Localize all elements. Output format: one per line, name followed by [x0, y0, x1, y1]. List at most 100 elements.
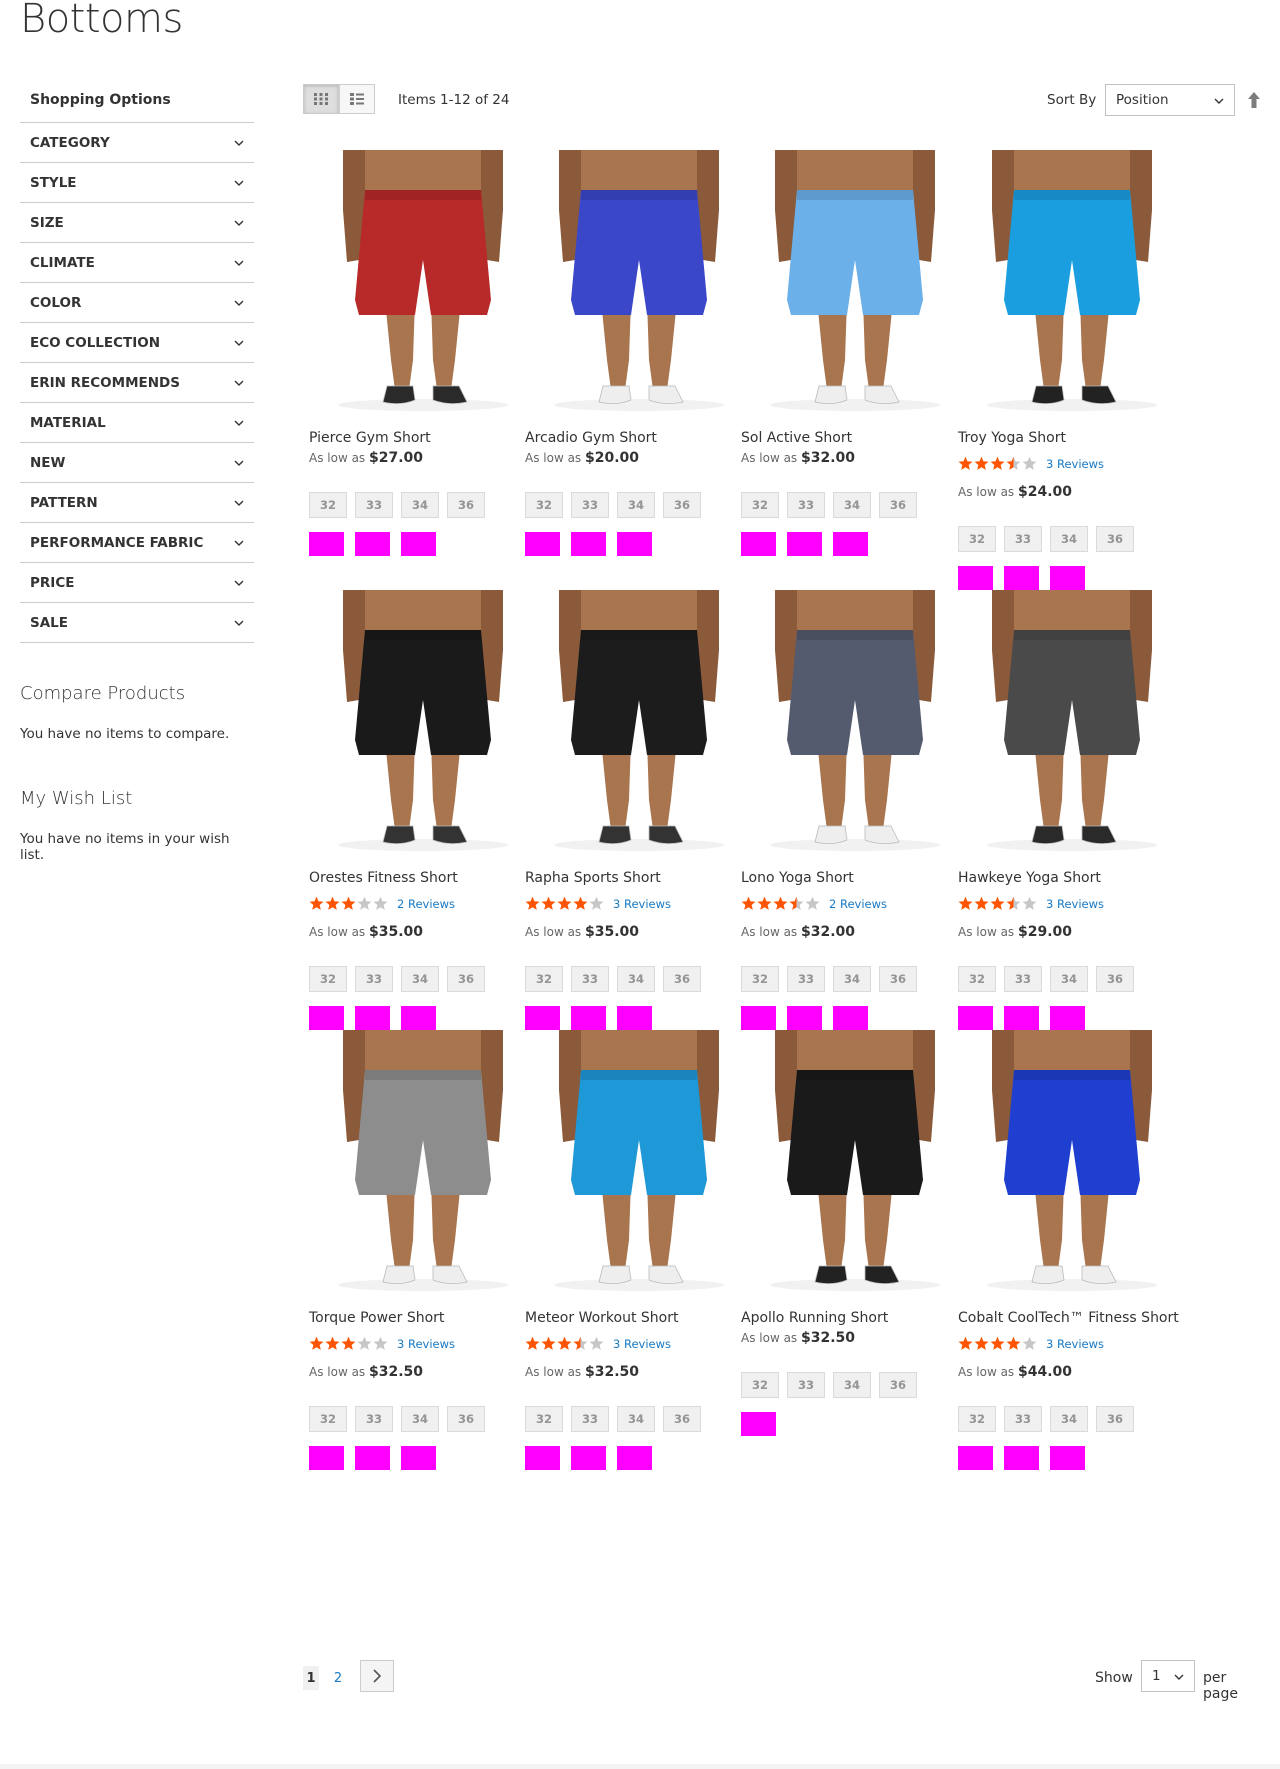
size-option-32[interactable]: 32: [309, 1406, 347, 1432]
product-name-link[interactable]: Apollo Running Short: [741, 1310, 888, 1326]
product-image[interactable]: [303, 590, 543, 855]
size-option-34[interactable]: 34: [401, 1406, 439, 1432]
size-option-34[interactable]: 34: [617, 492, 655, 518]
color-swatch[interactable]: [1050, 1446, 1085, 1470]
size-option-34[interactable]: 34: [1050, 966, 1088, 992]
color-swatch[interactable]: [401, 1006, 436, 1030]
size-option-33[interactable]: 33: [571, 1406, 609, 1432]
filter-eco-collection[interactable]: ECO COLLECTION: [20, 323, 254, 363]
size-option-32[interactable]: 32: [741, 966, 779, 992]
color-swatch[interactable]: [1050, 1006, 1085, 1030]
size-option-32[interactable]: 32: [525, 966, 563, 992]
filter-erin-recommends[interactable]: ERIN RECOMMENDS: [20, 363, 254, 403]
color-swatch[interactable]: [309, 1446, 344, 1470]
size-option-34[interactable]: 34: [617, 1406, 655, 1432]
color-swatch[interactable]: [958, 1006, 993, 1030]
reviews-link[interactable]: 2 Reviews: [829, 897, 887, 911]
product-name-link[interactable]: Pierce Gym Short: [309, 430, 431, 446]
filter-performance-fabric[interactable]: PERFORMANCE FABRIC: [20, 523, 254, 563]
color-swatch[interactable]: [1004, 1446, 1039, 1470]
color-swatch[interactable]: [787, 1006, 822, 1030]
size-option-34[interactable]: 34: [833, 1372, 871, 1398]
size-option-36[interactable]: 36: [663, 492, 701, 518]
color-swatch[interactable]: [787, 532, 822, 556]
product-image[interactable]: [519, 150, 759, 415]
color-swatch[interactable]: [401, 532, 436, 556]
filter-price[interactable]: PRICE: [20, 563, 254, 603]
filter-color[interactable]: COLOR: [20, 283, 254, 323]
limiter-select[interactable]: 1: [1141, 1660, 1195, 1692]
size-option-32[interactable]: 32: [741, 1372, 779, 1398]
size-option-36[interactable]: 36: [879, 966, 917, 992]
size-option-36[interactable]: 36: [1096, 526, 1134, 552]
product-name-link[interactable]: Cobalt CoolTech™ Fitness Short: [958, 1310, 1179, 1326]
size-option-32[interactable]: 32: [525, 492, 563, 518]
filter-size[interactable]: SIZE: [20, 203, 254, 243]
size-option-33[interactable]: 33: [1004, 966, 1042, 992]
size-option-33[interactable]: 33: [571, 966, 609, 992]
size-option-36[interactable]: 36: [447, 966, 485, 992]
product-image[interactable]: [735, 590, 975, 855]
color-swatch[interactable]: [309, 1006, 344, 1030]
size-option-34[interactable]: 34: [1050, 1406, 1088, 1432]
color-swatch[interactable]: [571, 1006, 606, 1030]
product-name-link[interactable]: Torque Power Short: [309, 1310, 444, 1326]
color-swatch[interactable]: [401, 1446, 436, 1470]
product-name-link[interactable]: Troy Yoga Short: [958, 430, 1066, 446]
color-swatch[interactable]: [525, 532, 560, 556]
product-image[interactable]: [519, 1030, 759, 1295]
color-swatch[interactable]: [571, 1446, 606, 1470]
product-name-link[interactable]: Lono Yoga Short: [741, 870, 854, 886]
color-swatch[interactable]: [958, 1446, 993, 1470]
size-option-32[interactable]: 32: [309, 966, 347, 992]
color-swatch[interactable]: [833, 532, 868, 556]
color-swatch[interactable]: [617, 1446, 652, 1470]
size-option-36[interactable]: 36: [1096, 1406, 1134, 1432]
color-swatch[interactable]: [617, 1006, 652, 1030]
product-name-link[interactable]: Orestes Fitness Short: [309, 870, 458, 886]
reviews-link[interactable]: 3 Reviews: [397, 1337, 455, 1351]
size-option-36[interactable]: 36: [879, 1372, 917, 1398]
size-option-36[interactable]: 36: [447, 1406, 485, 1432]
product-image[interactable]: [519, 590, 759, 855]
reviews-link[interactable]: 3 Reviews: [1046, 897, 1104, 911]
color-swatch[interactable]: [571, 532, 606, 556]
reviews-link[interactable]: 3 Reviews: [613, 1337, 671, 1351]
size-option-34[interactable]: 34: [401, 492, 439, 518]
size-option-33[interactable]: 33: [787, 966, 825, 992]
reviews-link[interactable]: 3 Reviews: [1046, 1337, 1104, 1351]
color-swatch[interactable]: [525, 1446, 560, 1470]
size-option-32[interactable]: 32: [309, 492, 347, 518]
product-image[interactable]: [952, 1030, 1192, 1295]
filter-pattern[interactable]: PATTERN: [20, 483, 254, 523]
product-image[interactable]: [303, 1030, 543, 1295]
color-swatch[interactable]: [617, 532, 652, 556]
reviews-link[interactable]: 3 Reviews: [613, 897, 671, 911]
reviews-link[interactable]: 3 Reviews: [1046, 457, 1104, 471]
page-link-2[interactable]: 2: [330, 1666, 346, 1690]
size-option-33[interactable]: 33: [355, 1406, 393, 1432]
product-name-link[interactable]: Sol Active Short: [741, 430, 852, 446]
size-option-34[interactable]: 34: [833, 966, 871, 992]
color-swatch[interactable]: [1004, 566, 1039, 590]
list-view-button[interactable]: [339, 84, 375, 114]
color-swatch[interactable]: [741, 1006, 776, 1030]
reviews-link[interactable]: 2 Reviews: [397, 897, 455, 911]
filter-style[interactable]: STYLE: [20, 163, 254, 203]
size-option-34[interactable]: 34: [1050, 526, 1088, 552]
color-swatch[interactable]: [958, 566, 993, 590]
grid-view-button[interactable]: [303, 84, 339, 114]
filter-sale[interactable]: SALE: [20, 603, 254, 643]
product-image[interactable]: [303, 150, 543, 415]
size-option-33[interactable]: 33: [571, 492, 609, 518]
next-page-button[interactable]: [360, 1660, 394, 1692]
size-option-32[interactable]: 32: [741, 492, 779, 518]
color-swatch[interactable]: [1004, 1006, 1039, 1030]
color-swatch[interactable]: [833, 1006, 868, 1030]
filter-category[interactable]: CATEGORY: [20, 123, 254, 163]
color-swatch[interactable]: [741, 1412, 776, 1436]
size-option-36[interactable]: 36: [663, 966, 701, 992]
size-option-34[interactable]: 34: [617, 966, 655, 992]
size-option-32[interactable]: 32: [958, 966, 996, 992]
size-option-34[interactable]: 34: [833, 492, 871, 518]
